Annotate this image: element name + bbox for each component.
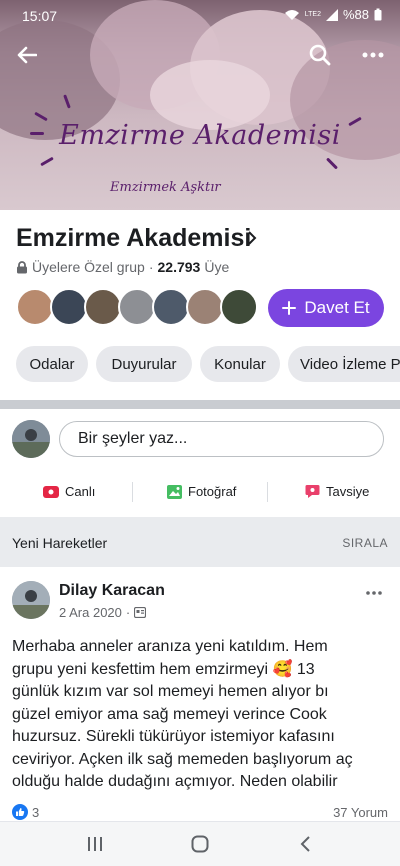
cover-title: Emzirme Akademisi — [59, 120, 341, 151]
feed-section-header: Yeni Hareketler SIRALA — [0, 517, 400, 567]
post-date[interactable]: 2 Ara 2020 — [59, 605, 122, 620]
live-button[interactable]: Canlı — [43, 484, 95, 499]
group-title[interactable]: Emzirme Akademisi — [16, 224, 251, 253]
post-meta: 2 Ara 2020 · — [59, 605, 147, 620]
system-nav-bar — [0, 821, 400, 866]
tab-konular[interactable]: Konular — [200, 346, 280, 382]
photo-label: Fotoğraf — [188, 484, 237, 499]
photo-button[interactable]: Fotoğraf — [167, 484, 236, 499]
avatar — [186, 288, 224, 326]
like-icon — [12, 804, 28, 820]
avatar — [16, 288, 54, 326]
cover-subtitle: Emzirmek Aşktır — [110, 180, 221, 195]
section-divider — [0, 400, 400, 409]
more-button[interactable] — [358, 40, 388, 70]
recent-apps-button[interactable] — [80, 832, 110, 856]
meta-separator: · — [148, 259, 154, 275]
sort-button[interactable]: SIRALA — [342, 536, 388, 550]
avatar-image — [12, 581, 50, 619]
post-author-avatar[interactable] — [12, 581, 50, 619]
avatar — [220, 288, 258, 326]
cover-photo: 15:07 LTE2 %88 Emzirme Akademisi Emzirme… — [0, 0, 400, 210]
reaction-count: 3 — [32, 804, 40, 820]
search-icon — [309, 44, 331, 66]
battery-label: %88 — [342, 7, 369, 22]
post-line: grupu yeni kesfettim hem emzirmeyi 🥰 13 — [12, 660, 315, 678]
post-line: güzel emiyor ama sağ memeyi verince Cook — [12, 705, 327, 723]
live-video-icon — [43, 485, 59, 498]
recent-apps-icon — [88, 837, 102, 851]
avatar — [84, 288, 122, 326]
group-privacy: Üyelere Özel grup — [32, 259, 145, 275]
post-line: olduğu halde dudağını açmıyor. Neden ola… — [12, 773, 338, 790]
recommend-button[interactable]: Tavsiye — [305, 484, 369, 499]
wifi-icon — [284, 9, 299, 20]
avatar — [118, 288, 156, 326]
cover-decoration — [40, 156, 54, 167]
live-label: Canlı — [65, 484, 96, 499]
member-unit: Üye — [204, 259, 230, 275]
avatar — [50, 288, 88, 326]
post-body: Merhaba anneler aranıza yeni katıldım. H… — [12, 636, 390, 794]
search-button[interactable] — [305, 40, 335, 70]
composer-avatar[interactable] — [12, 420, 50, 458]
invite-label: Davet Et — [304, 298, 370, 317]
post-line: Merhaba anneler aranıza yeni katıldım. H… — [12, 638, 328, 655]
post-author-name[interactable]: Dilay Karacan — [59, 582, 165, 600]
more-dots-icon — [366, 591, 382, 595]
recommend-label: Tavsiye — [326, 484, 370, 499]
avatar — [152, 288, 190, 326]
section-title: Yeni Hareketler — [12, 535, 108, 551]
home-button[interactable] — [185, 832, 215, 856]
tab-odalar[interactable]: Odalar — [16, 346, 88, 382]
group-meta: Üyelere Özel grup · 22.793 Üye — [16, 259, 229, 275]
tab-duyurular[interactable]: Duyurular — [96, 346, 192, 382]
signal-icon — [325, 8, 338, 21]
status-time: 15:07 — [22, 8, 58, 24]
audience-icon — [134, 607, 147, 618]
arrow-left-icon — [17, 46, 37, 64]
home-icon — [191, 835, 209, 853]
status-bar: 15:07 LTE2 %88 — [0, 0, 400, 32]
cover-decoration — [325, 157, 339, 170]
post-line: huzursuz. Sürekli tükürüyor istemiyor ka… — [12, 728, 335, 745]
recommend-icon — [305, 485, 320, 498]
action-divider — [132, 482, 133, 502]
invite-button[interactable]: Davet Et — [268, 289, 384, 327]
composer-input[interactable]: Bir şeyler yaz... — [59, 421, 384, 457]
more-dots-icon — [362, 52, 384, 58]
meta-dot: · — [125, 605, 131, 620]
plus-icon — [282, 301, 297, 315]
status-icons: LTE2 %88 — [284, 7, 382, 22]
post-line: günlük kızım var sol memeyi hemen alıyor… — [12, 683, 329, 700]
avatar-image — [12, 420, 50, 458]
member-count: 22.793 — [157, 259, 201, 275]
back-button[interactable] — [12, 40, 42, 70]
photo-icon — [167, 484, 182, 499]
post-more-button[interactable] — [366, 582, 382, 600]
network-label: LTE2 — [304, 11, 321, 18]
back-nav-button[interactable] — [290, 832, 320, 856]
action-divider — [267, 482, 268, 502]
battery-icon — [374, 8, 382, 21]
reaction-summary[interactable]: 3 — [12, 804, 39, 820]
chevron-left-icon — [300, 836, 310, 852]
chevron-right-icon[interactable] — [247, 230, 257, 246]
post-line: ceviriyor. Açken ilk sağ memeden başlıyo… — [12, 750, 353, 768]
group-page: 15:07 LTE2 %88 Emzirme Akademisi Emzirme… — [0, 0, 400, 866]
lock-icon — [17, 260, 27, 273]
tab-video[interactable]: Video İzleme P — [288, 346, 400, 382]
comment-count[interactable]: 37 Yorum — [333, 805, 388, 820]
